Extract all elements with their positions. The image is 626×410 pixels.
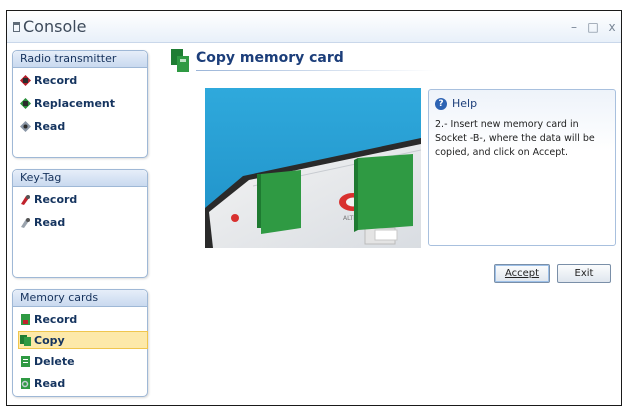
key-tag-panel: Key-Tag Record Read — [12, 169, 148, 278]
radio-record-item[interactable]: Record — [20, 72, 140, 90]
device-illustration: ALTRO — [205, 88, 421, 248]
item-label: Record — [34, 74, 78, 87]
help-icon: ? — [435, 98, 447, 110]
item-label: Read — [34, 216, 66, 229]
help-panel: ? Help 2.- Insert new memory card in Soc… — [428, 89, 616, 246]
panel-header: Memory cards — [13, 290, 147, 307]
keytag-record-icon — [21, 195, 30, 205]
title-divider — [196, 70, 436, 71]
window-title: Console — [23, 17, 87, 36]
item-label: Record — [34, 193, 78, 206]
keytag-record-item[interactable]: Record — [20, 191, 140, 209]
transmitter-read-icon — [20, 121, 31, 132]
radio-transmitter-panel: Radio transmitter Record Replacement Rea… — [12, 50, 148, 158]
memory-read-item[interactable]: Read — [20, 375, 140, 393]
keytag-read-icon — [21, 218, 30, 228]
maximize-button[interactable]: □ — [584, 19, 602, 35]
transmitter-record-icon — [20, 75, 31, 86]
radio-read-item[interactable]: Read — [20, 118, 140, 136]
item-label: Read — [34, 377, 66, 390]
memory-record-icon — [21, 314, 30, 325]
memory-delete-icon — [21, 356, 30, 367]
keytag-read-item[interactable]: Read — [20, 214, 140, 232]
item-label: Read — [34, 120, 66, 133]
memory-copy-item[interactable]: Copy — [18, 331, 148, 349]
page-title: Copy memory card — [196, 50, 344, 66]
accept-button[interactable]: Accept — [494, 264, 550, 283]
item-label: Replacement — [34, 97, 115, 110]
memory-record-item[interactable]: Record — [20, 311, 140, 329]
panel-header: Key-Tag — [13, 170, 147, 187]
memory-delete-item[interactable]: Delete — [20, 353, 140, 371]
accept-label: Accept — [504, 268, 540, 279]
memory-read-icon — [21, 378, 30, 389]
radio-replacement-item[interactable]: Replacement — [20, 95, 140, 113]
transmitter-replacement-icon — [20, 98, 31, 109]
exit-button[interactable]: Exit — [557, 264, 611, 283]
minimize-button[interactable]: – — [565, 19, 583, 35]
memory-cards-panel: Memory cards Record Copy Delete Read — [12, 289, 148, 397]
item-label: Copy — [34, 334, 65, 347]
title-bar: Console – □ x — [7, 11, 621, 43]
item-label: Record — [34, 313, 78, 326]
copy-memory-card-icon — [171, 49, 189, 72]
panel-header: Radio transmitter — [13, 51, 147, 68]
app-icon — [13, 22, 20, 32]
help-title: Help — [452, 97, 478, 110]
close-button[interactable]: x — [603, 19, 621, 35]
item-label: Delete — [34, 355, 75, 368]
memory-copy-icon — [20, 335, 31, 346]
help-text: 2.- Insert new memory card in Socket -B-… — [435, 119, 595, 158]
